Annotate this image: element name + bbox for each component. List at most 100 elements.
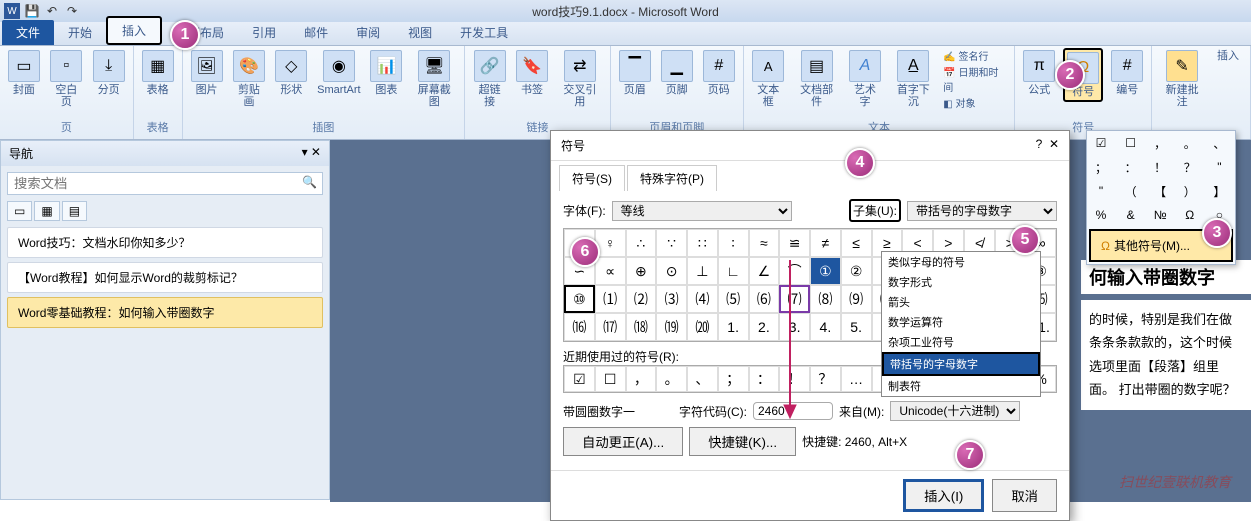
- char-cell[interactable]: ⑷: [687, 285, 718, 313]
- subset-option[interactable]: 杂项工业符号: [882, 332, 1040, 352]
- char-cell[interactable]: ⒄: [595, 313, 626, 341]
- symbol-cell[interactable]: ": [1205, 155, 1233, 179]
- char-cell[interactable]: ⑼: [841, 285, 872, 313]
- char-cell[interactable]: ⊕: [626, 257, 657, 285]
- char-cell[interactable]: ∴: [626, 229, 657, 257]
- nav-tab-pages[interactable]: ▦: [34, 201, 59, 221]
- char-cell[interactable]: ⑶: [656, 285, 687, 313]
- pagenumber-button[interactable]: #页码: [701, 48, 737, 98]
- textbox-button[interactable]: A文本框: [750, 48, 787, 110]
- crossref-button[interactable]: ⇄交叉引用: [556, 48, 604, 110]
- cover-page-button[interactable]: ▭封面: [6, 48, 42, 98]
- char-cell[interactable]: ⑵: [626, 285, 657, 313]
- symbol-cell[interactable]: ；: [1087, 155, 1115, 179]
- nav-close-icon[interactable]: ▾ ✕: [302, 145, 321, 162]
- symbol-cell[interactable]: %: [1087, 203, 1115, 227]
- tab-developer[interactable]: 开发工具: [446, 20, 522, 45]
- nav-item[interactable]: Word技巧：文档水印你知多少？: [7, 227, 323, 258]
- help-icon[interactable]: ?: [1036, 137, 1043, 151]
- char-cell[interactable]: ⒃: [564, 313, 595, 341]
- smartart-button[interactable]: ◉SmartArt: [315, 48, 362, 98]
- wordart-button[interactable]: A艺术字: [847, 48, 884, 110]
- tab-home[interactable]: 开始: [54, 20, 106, 45]
- search-icon[interactable]: 🔍: [302, 175, 317, 189]
- symbol-cell[interactable]: 。: [1176, 131, 1204, 155]
- char-cell[interactable]: ≈: [749, 229, 780, 257]
- symbol-cell[interactable]: Ω: [1176, 203, 1204, 227]
- font-select[interactable]: 等线: [612, 201, 792, 221]
- recent-cell[interactable]: 。: [656, 366, 687, 392]
- subset-option[interactable]: 数字形式: [882, 272, 1040, 292]
- char-cell[interactable]: ⒇: [687, 313, 718, 341]
- char-cell[interactable]: ⒆: [656, 313, 687, 341]
- search-input[interactable]: [7, 172, 323, 195]
- redo-icon[interactable]: ↷: [64, 3, 80, 19]
- nav-item[interactable]: 【Word教程】如何显示Word的裁剪标记？: [7, 262, 323, 293]
- char-cell[interactable]: ∷: [687, 229, 718, 257]
- char-cell[interactable]: ⑸: [718, 285, 749, 313]
- dialog-tab-symbols[interactable]: 符号(S): [559, 165, 625, 191]
- symbol-cell[interactable]: 】: [1205, 179, 1233, 203]
- dropcap-button[interactable]: A̲首字下沉: [889, 48, 937, 110]
- tab-mailings[interactable]: 邮件: [290, 20, 342, 45]
- subset-option-selected[interactable]: 带括号的字母数字: [882, 352, 1040, 376]
- undo-icon[interactable]: ↶: [44, 3, 60, 19]
- nav-tab-headings[interactable]: ▭: [7, 201, 32, 221]
- shapes-button[interactable]: ◇形状: [273, 48, 309, 98]
- datetime-button[interactable]: 📅 日期和时间: [943, 64, 1008, 94]
- symbol-cell[interactable]: ☐: [1117, 131, 1145, 155]
- subset-option[interactable]: 箭头: [882, 292, 1040, 312]
- symbol-cell[interactable]: ：: [1117, 155, 1145, 179]
- clipart-button[interactable]: 🎨剪贴画: [231, 48, 268, 110]
- shortcut-button[interactable]: 快捷键(K)...: [689, 427, 796, 456]
- equation-button[interactable]: π公式: [1021, 48, 1057, 98]
- symbol-cell[interactable]: 、: [1205, 131, 1233, 155]
- from-select[interactable]: Unicode(十六进制): [890, 401, 1020, 421]
- signature-button[interactable]: ✍ 签名行: [943, 48, 1008, 63]
- symbol-cell[interactable]: 【: [1146, 179, 1174, 203]
- char-cell[interactable]: ⊙: [656, 257, 687, 285]
- char-cell[interactable]: ∟: [718, 257, 749, 285]
- tab-view[interactable]: 视图: [394, 20, 446, 45]
- insert-button[interactable]: 插入: [1212, 48, 1244, 64]
- tab-file[interactable]: 文件: [2, 20, 54, 45]
- char-cell[interactable]: ⊥: [687, 257, 718, 285]
- save-icon[interactable]: 💾: [24, 3, 40, 19]
- char-cell[interactable]: ≌: [779, 229, 810, 257]
- char-cell[interactable]: ≠: [810, 229, 841, 257]
- symbol-cell[interactable]: ，: [1146, 131, 1174, 155]
- hyperlink-button[interactable]: 🔗超链接: [471, 48, 508, 110]
- char-cell[interactable]: 1.: [718, 313, 749, 341]
- recent-cell[interactable]: 、: [687, 366, 718, 392]
- char-cell[interactable]: ⑩: [564, 285, 595, 313]
- subset-option[interactable]: 制表符: [882, 376, 1040, 396]
- char-cell[interactable]: ≤: [841, 229, 872, 257]
- char-cell[interactable]: ∝: [595, 257, 626, 285]
- subset-option[interactable]: 类似字母的符号: [882, 252, 1040, 272]
- insert-button[interactable]: 插入(I): [903, 479, 984, 512]
- char-cell[interactable]: 4.: [810, 313, 841, 341]
- char-cell[interactable]: ⑻: [810, 285, 841, 313]
- symbol-cell[interactable]: ！: [1146, 155, 1174, 179]
- char-cell[interactable]: ②: [841, 257, 872, 285]
- screenshot-button[interactable]: 🖥屏幕截图: [410, 48, 458, 110]
- close-icon[interactable]: ✕: [1049, 137, 1059, 151]
- recent-cell[interactable]: …: [841, 366, 872, 392]
- char-cell[interactable]: ①: [810, 257, 841, 285]
- symbol-cell[interactable]: （: [1117, 179, 1145, 203]
- tab-review[interactable]: 审阅: [342, 20, 394, 45]
- new-comment-button[interactable]: ✎新建批注: [1158, 48, 1206, 110]
- quickparts-button[interactable]: ▤文档部件: [793, 48, 841, 110]
- object-button[interactable]: ◧ 对象: [943, 95, 1008, 110]
- chart-button[interactable]: 📊图表: [368, 48, 404, 98]
- char-cell[interactable]: ∶: [718, 229, 749, 257]
- tab-insert[interactable]: 插入: [106, 16, 162, 45]
- table-button[interactable]: ▦表格: [140, 48, 176, 98]
- symbol-cell[interactable]: ☑: [1087, 131, 1115, 155]
- recent-cell[interactable]: ？: [810, 366, 841, 392]
- number-button[interactable]: #编号: [1109, 48, 1145, 98]
- symbol-cell[interactable]: ？: [1176, 155, 1204, 179]
- char-cell[interactable]: ⑴: [595, 285, 626, 313]
- header-button[interactable]: ▔页眉: [617, 48, 653, 98]
- char-cell[interactable]: ⒅: [626, 313, 657, 341]
